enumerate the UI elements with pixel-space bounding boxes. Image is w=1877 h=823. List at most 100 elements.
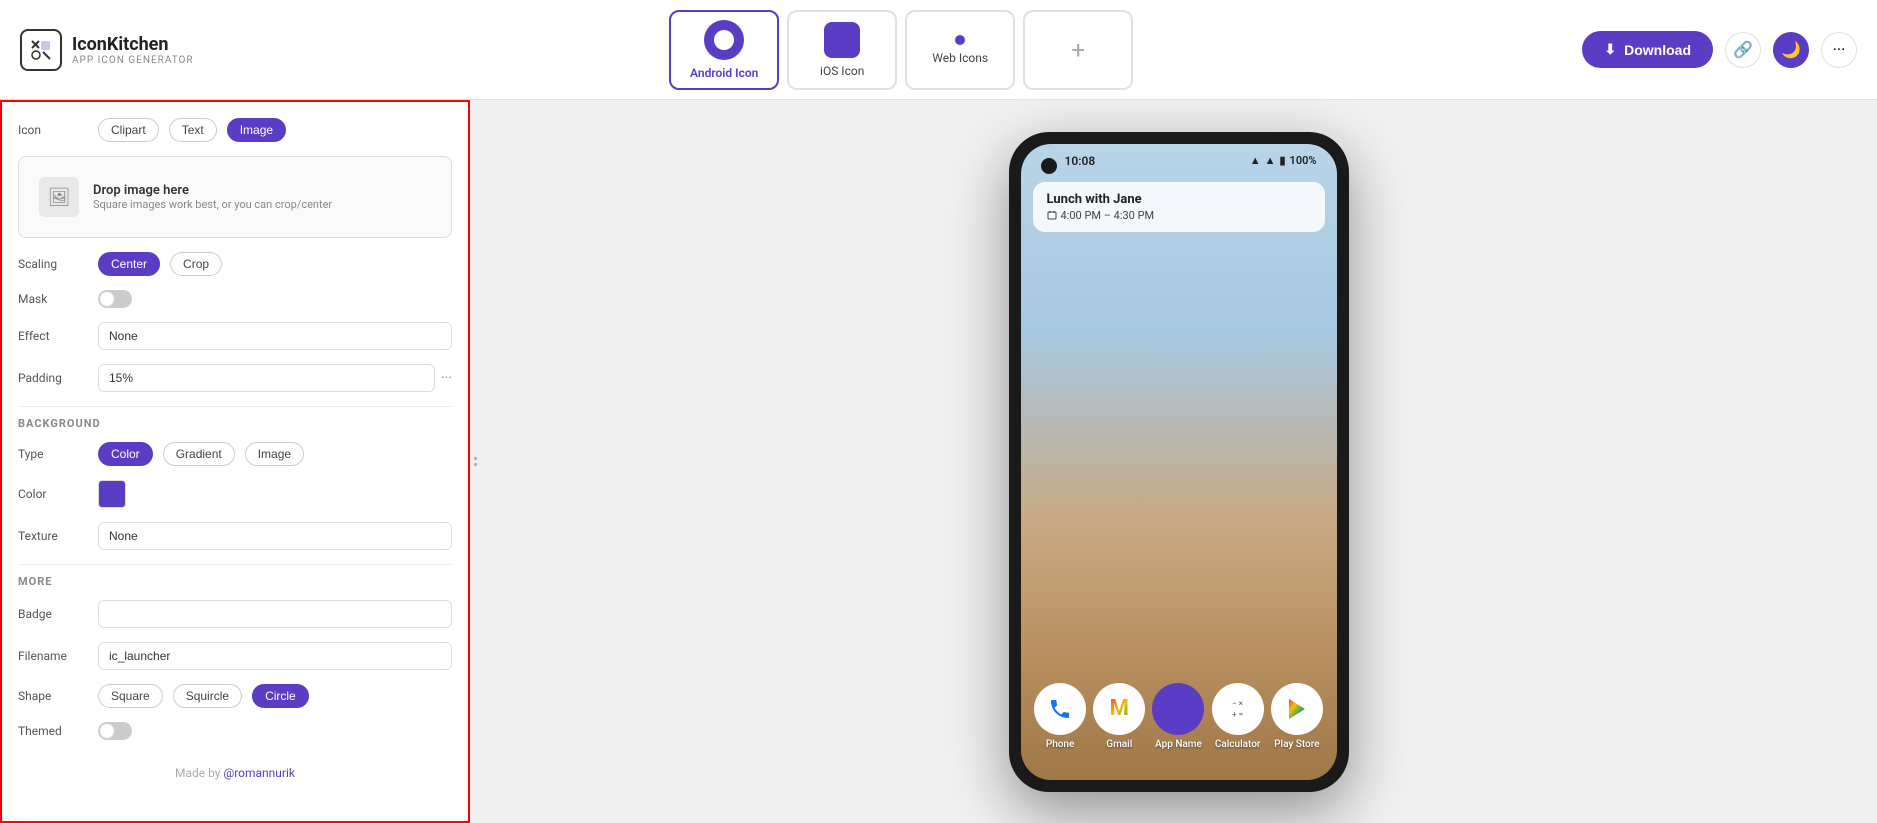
notification-time-text: 4:00 PM – 4:30 PM — [1061, 209, 1155, 222]
link-button[interactable]: 🔗 — [1725, 32, 1761, 68]
theme-button[interactable]: 🌙 — [1773, 32, 1809, 68]
gmail-m-icon: M — [1110, 696, 1129, 721]
app-appname: App Name — [1152, 683, 1204, 750]
battery-icon: ▮ — [1279, 154, 1285, 167]
section-divider-1 — [18, 406, 452, 407]
phone-app-label: Phone — [1046, 739, 1075, 750]
padding-input-row: ··· — [98, 364, 452, 392]
calendar-icon — [1047, 210, 1057, 220]
gmail-app-label: Gmail — [1106, 739, 1132, 750]
scaling-row: Scaling Center Crop — [18, 252, 452, 276]
notification-card: Lunch with Jane 4:00 PM – 4:30 PM — [1033, 182, 1325, 232]
download-label: Download — [1624, 42, 1691, 58]
more-icon: ··· — [1833, 40, 1846, 59]
color-swatch[interactable] — [98, 480, 126, 508]
appname-app-label: App Name — [1155, 739, 1202, 750]
padding-more-icon[interactable]: ··· — [441, 370, 452, 386]
effect-label: Effect — [18, 329, 88, 343]
color-label: Color — [18, 487, 88, 501]
calculator-app-icon: − × + = — [1212, 683, 1264, 735]
drop-zone[interactable]: 🖼 Drop image here Square images work bes… — [18, 156, 452, 238]
link-icon: 🔗 — [1733, 40, 1753, 59]
mask-label: Mask — [18, 292, 88, 306]
mask-toggle[interactable] — [98, 290, 132, 308]
sidebar-panel: Icon Clipart Text Image 🖼 Drop image her… — [0, 100, 470, 823]
calc-minus: − — [1232, 699, 1237, 708]
status-bar: 10:08 ▲ ▲ ▮ 100% — [1021, 144, 1337, 168]
type-row: Type Color Gradient Image — [18, 442, 452, 466]
header-actions: ⬇ Download 🔗 🌙 ··· — [1582, 31, 1857, 68]
app-phone: Phone — [1034, 683, 1086, 750]
tab-web-label: Web Icons — [932, 51, 988, 65]
tab-add[interactable]: + — [1023, 10, 1133, 90]
icon-tab-clipart[interactable]: Clipart — [98, 118, 159, 142]
footer-link[interactable]: @romannurik — [223, 766, 295, 780]
tab-ios-label: iOS Icon — [820, 64, 864, 78]
app-header: IconKitchen APP ICON GENERATOR Android I… — [0, 0, 1877, 100]
padding-row: Padding ··· — [18, 364, 452, 392]
tab-ios[interactable]: iOS Icon — [787, 10, 897, 90]
tab-web[interactable]: Web Icons — [905, 10, 1015, 90]
shape-square[interactable]: Square — [98, 684, 163, 708]
shape-circle[interactable]: Circle — [252, 684, 309, 708]
playstore-app-label: Play Store — [1274, 739, 1319, 750]
type-image[interactable]: Image — [245, 442, 304, 466]
calc-eq: = — [1239, 710, 1244, 719]
download-button[interactable]: ⬇ Download — [1582, 31, 1713, 68]
padding-label: Padding — [18, 371, 88, 385]
calc-plus: + — [1232, 710, 1237, 719]
padding-input[interactable] — [98, 364, 435, 392]
mask-row: Mask — [18, 290, 452, 308]
filename-row: Filename — [18, 642, 452, 670]
app-playstore: Play Store — [1271, 683, 1323, 750]
divider-dots — [474, 457, 477, 466]
app-subtitle: APP ICON GENERATOR — [72, 55, 194, 66]
shape-squircle[interactable]: Squircle — [173, 684, 242, 708]
drop-text: Drop image here Square images work best,… — [93, 183, 332, 211]
phone-app-icon — [1034, 683, 1086, 735]
android-icon — [704, 20, 744, 60]
phone-camera — [1041, 158, 1057, 174]
drop-subtitle: Square images work best, or you can crop… — [93, 198, 332, 211]
phone-screen: 10:08 ▲ ▲ ▮ 100% Lunch with Jane 4:00 PM… — [1021, 144, 1337, 780]
scaling-crop[interactable]: Crop — [170, 252, 222, 276]
texture-row: Texture None — [18, 522, 452, 550]
icon-tab-image[interactable]: Image — [227, 118, 286, 142]
main-content: Icon Clipart Text Image 🖼 Drop image her… — [0, 100, 1877, 823]
icon-row: Icon Clipart Text Image — [18, 118, 452, 142]
app-gmail: M Gmail — [1093, 683, 1145, 750]
playstore-app-icon — [1271, 683, 1323, 735]
shape-row: Shape Square Squircle Circle — [18, 684, 452, 708]
more-button[interactable]: ··· — [1821, 32, 1857, 68]
icon-tab-text[interactable]: Text — [169, 118, 217, 142]
effect-select[interactable]: None — [98, 322, 452, 350]
type-color[interactable]: Color — [98, 442, 153, 466]
themed-row: Themed — [18, 722, 452, 740]
scaling-label: Scaling — [18, 257, 88, 271]
type-label: Type — [18, 447, 88, 461]
section-divider-2 — [18, 564, 452, 565]
icon-label: Icon — [18, 123, 88, 137]
effect-row: Effect None — [18, 322, 452, 350]
shape-label: Shape — [18, 689, 88, 703]
preview-area: 10:08 ▲ ▲ ▮ 100% Lunch with Jane 4:00 PM… — [480, 100, 1877, 823]
type-gradient[interactable]: Gradient — [163, 442, 235, 466]
plus-icon: + — [1071, 36, 1085, 64]
drop-title: Drop image here — [93, 183, 332, 198]
app-calculator: − × + = Calculator — [1212, 683, 1264, 750]
status-time: 10:08 — [1065, 154, 1096, 168]
status-icons: ▲ ▲ ▮ 100% — [1250, 154, 1317, 167]
badge-row: Badge — [18, 600, 452, 628]
texture-select[interactable]: None — [98, 522, 452, 550]
tab-android[interactable]: Android Icon — [669, 10, 779, 90]
color-row: Color — [18, 480, 452, 508]
resize-handle[interactable] — [470, 100, 480, 823]
themed-toggle[interactable] — [98, 722, 132, 740]
dot-2 — [474, 463, 477, 466]
badge-input[interactable] — [98, 600, 452, 628]
app-name: IconKitchen — [72, 34, 194, 55]
filename-input[interactable] — [98, 642, 452, 670]
gmail-app-icon: M — [1093, 683, 1145, 735]
scaling-center[interactable]: Center — [98, 252, 160, 276]
logo-icon — [20, 29, 62, 71]
